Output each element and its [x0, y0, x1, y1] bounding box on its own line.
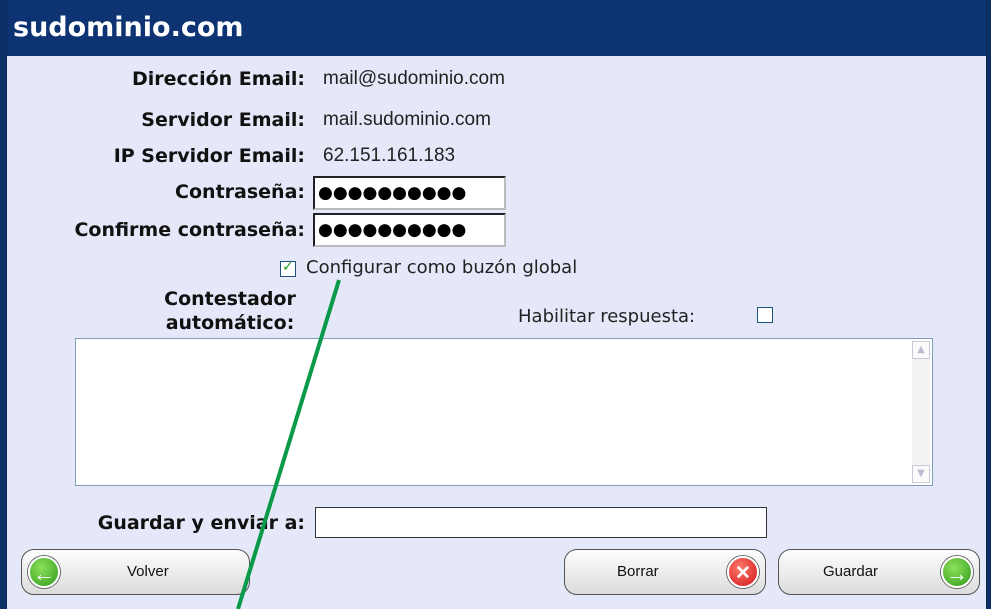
delete-button[interactable]: Borrar ✕	[564, 549, 766, 595]
checkmark-icon: ✓	[282, 259, 294, 275]
enable-reply-checkbox[interactable]	[757, 307, 773, 323]
autoresponder-label-line1: Contestador	[164, 288, 296, 310]
autoresponder-label-line2: automático:	[165, 312, 295, 334]
password-field[interactable]: ●●●●●●●●●●	[313, 176, 506, 210]
back-button-label: Volver	[127, 563, 169, 580]
password-label: Contraseña:	[175, 181, 305, 203]
enable-reply-label: Habilitar respuesta:	[518, 306, 696, 327]
delete-button-label: Borrar	[617, 563, 659, 580]
arrow-left-icon: ←	[28, 556, 60, 588]
forward-label: Guardar y enviar a:	[97, 512, 305, 534]
scroll-down-icon[interactable]: ▼	[912, 465, 930, 483]
email-address-label: Dirección Email:	[132, 68, 305, 90]
global-mailbox-checkbox[interactable]: ✓	[280, 259, 296, 277]
forward-email-input[interactable]	[315, 507, 767, 538]
domain-title: sudominio.com	[7, 0, 986, 56]
back-button[interactable]: ← Volver	[21, 549, 250, 595]
confirm-password-label: Confirme contraseña:	[74, 219, 305, 241]
server-ip-label: IP Servidor Email:	[113, 145, 305, 167]
confirm-password-field[interactable]: ●●●●●●●●●●	[313, 213, 506, 247]
global-mailbox-label: Configurar como buzón global	[306, 257, 578, 278]
scroll-up-icon[interactable]: ▲	[912, 341, 930, 359]
save-button[interactable]: Guardar →	[778, 549, 980, 595]
email-server-label: Servidor Email:	[141, 109, 305, 131]
email-address-value: mail@sudominio.com	[323, 68, 505, 89]
autoresponder-label: Contestador automático:	[135, 287, 325, 335]
arrow-right-icon: →	[941, 556, 973, 588]
autoresponder-textarea[interactable]: ▲ ▼	[75, 338, 933, 486]
close-icon: ✕	[727, 556, 759, 588]
email-server-value: mail.sudominio.com	[323, 109, 491, 130]
textarea-scrollbar[interactable]: ▲ ▼	[912, 341, 930, 483]
server-ip-value: 62.151.161.183	[323, 145, 456, 166]
email-settings-panel: sudominio.com Dirección Email: mail@sudo…	[6, 0, 987, 609]
save-button-label: Guardar	[823, 563, 879, 580]
